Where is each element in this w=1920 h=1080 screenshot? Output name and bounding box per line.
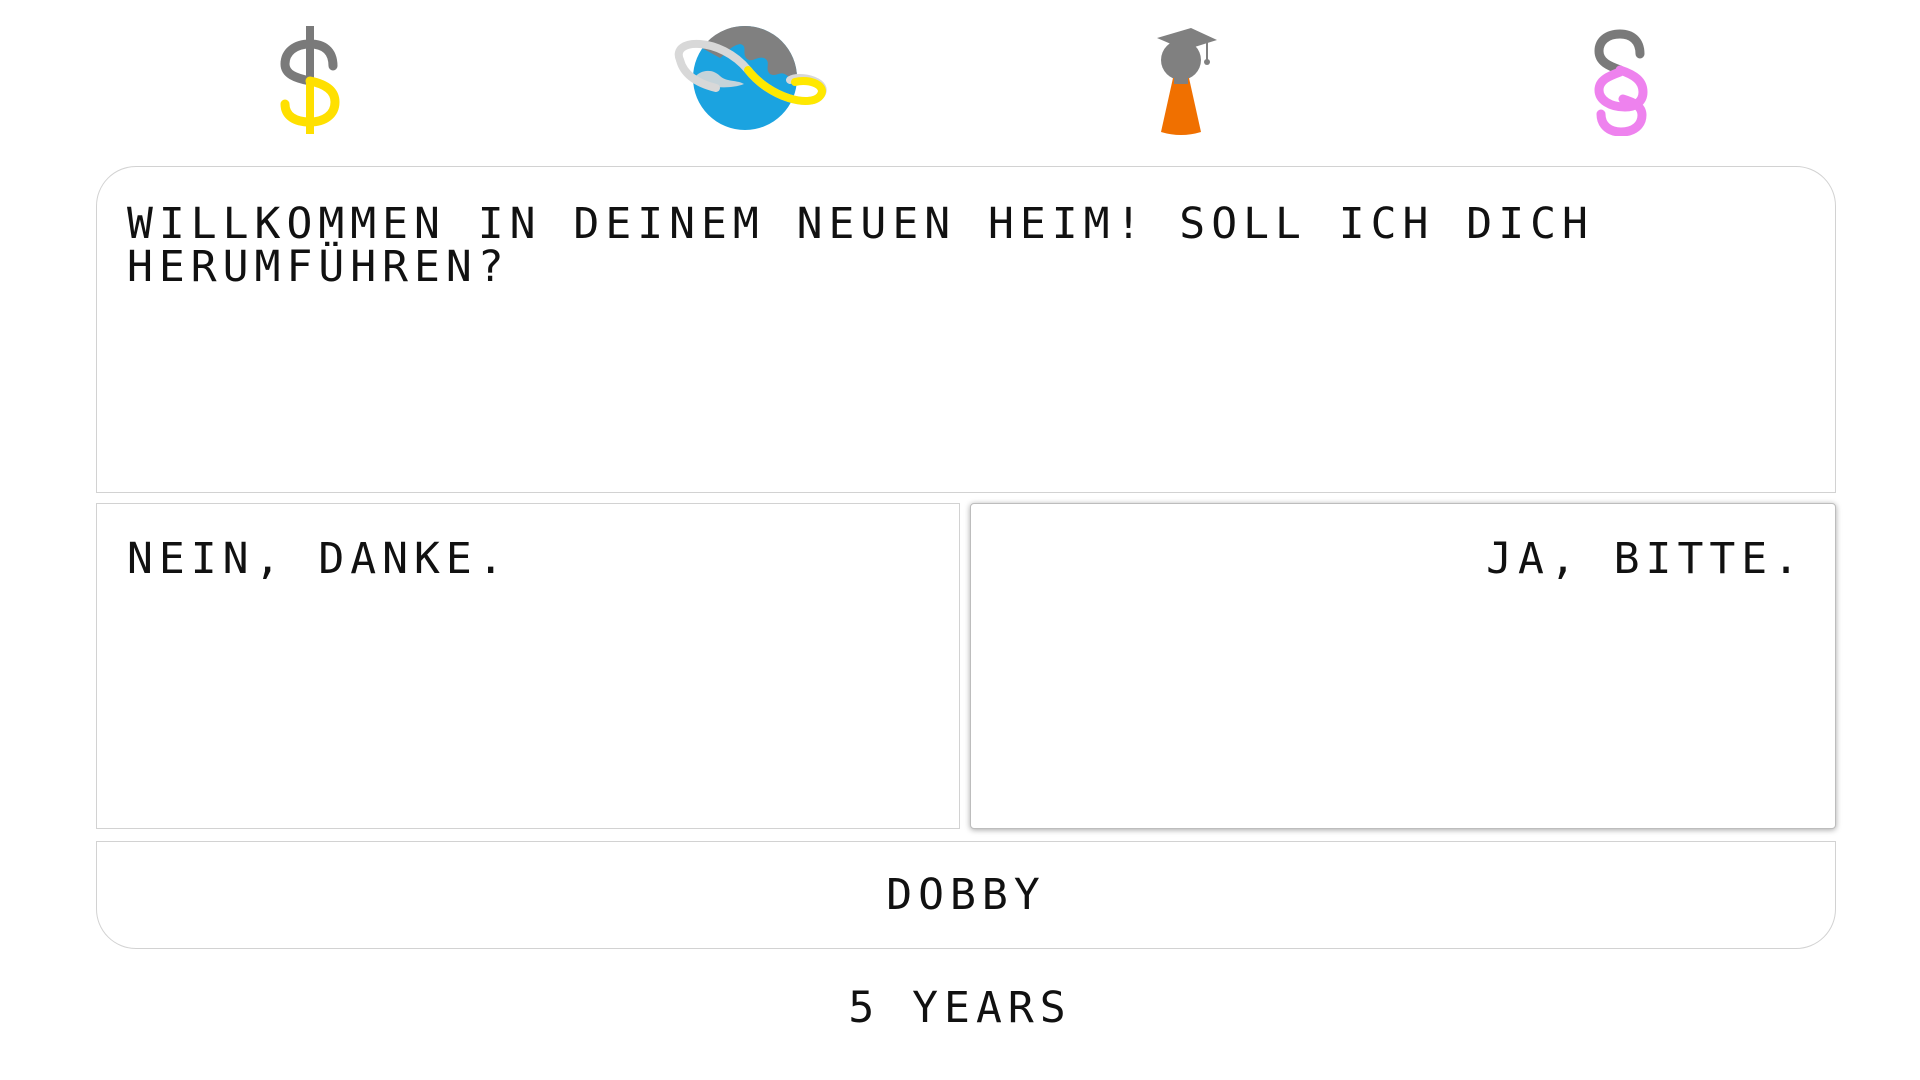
question-text: Willkommen in deinem neuen Heim! Soll ic… xyxy=(127,199,1626,292)
question-card: Willkommen in deinem neuen Heim! Soll ic… xyxy=(96,166,1836,493)
paragraph-icon xyxy=(1535,18,1705,136)
character-name-bar: Dobby xyxy=(96,841,1836,949)
choice-yes-button[interactable]: Ja, bitte. xyxy=(970,503,1836,829)
choice-no-label: Nein, danke. xyxy=(127,534,510,584)
game-screen: Willkommen in deinem neuen Heim! Soll ic… xyxy=(0,0,1920,1080)
dollar-icon xyxy=(225,18,395,136)
globe-icon xyxy=(660,18,830,136)
choice-no-button[interactable]: Nein, danke. xyxy=(96,503,960,829)
age-label: 5 Years xyxy=(848,983,1072,1033)
graduate-icon xyxy=(1095,18,1265,136)
character-name: Dobby xyxy=(886,869,1046,920)
choice-yes-label: Ja, bitte. xyxy=(1486,534,1805,584)
